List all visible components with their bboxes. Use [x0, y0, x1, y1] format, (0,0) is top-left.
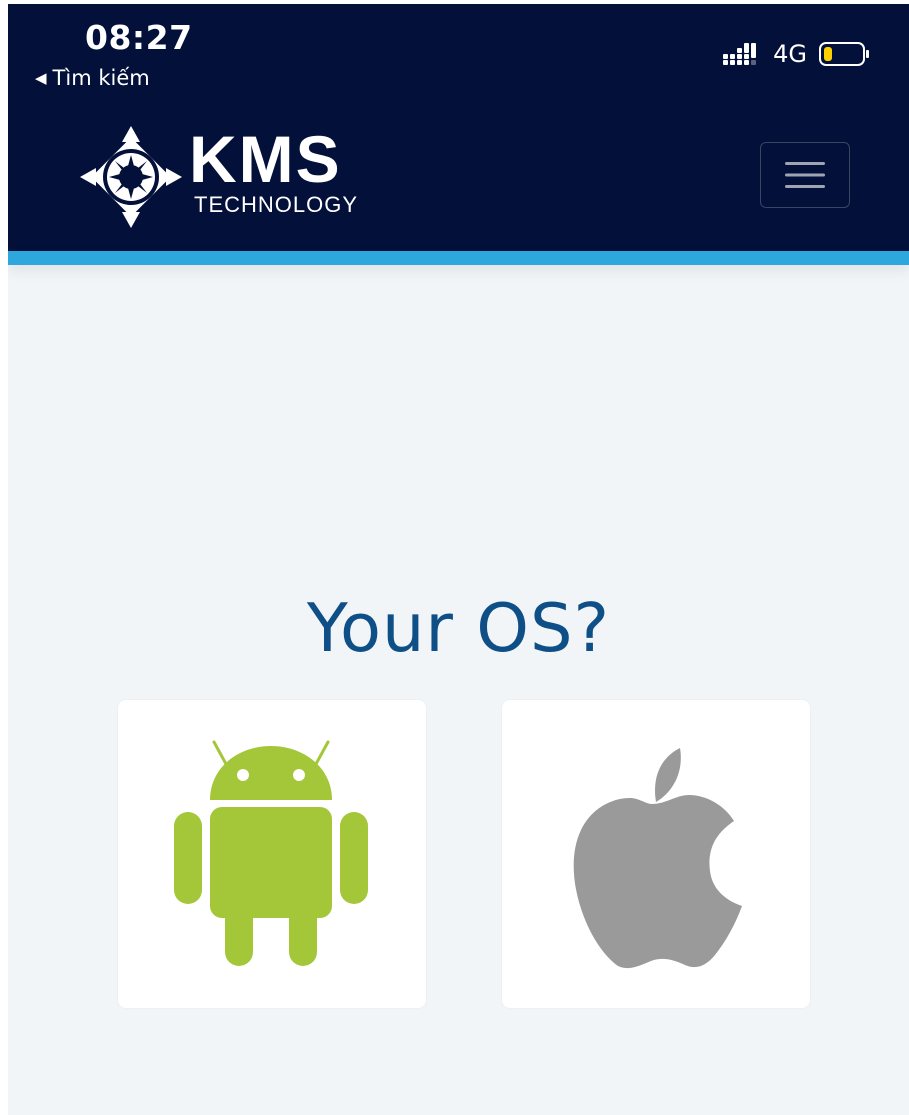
hamburger-menu-icon: [785, 162, 825, 188]
battery-icon: [819, 42, 869, 66]
menu-button[interactable]: [760, 142, 850, 208]
network-type: 4G: [773, 40, 807, 68]
apple-icon: [573, 748, 742, 969]
header-accent-stripe: [8, 251, 909, 265]
phone-screen: 08:27 ◀ Tìm kiếm 4G KMS TECHNOLOGY Your …: [8, 4, 909, 1115]
kms-logo[interactable]: KMS TECHNOLOGY: [76, 122, 406, 232]
back-arrow-icon: ◀: [35, 68, 47, 87]
status-time: 08:27: [85, 18, 193, 57]
back-label: Tìm kiếm: [52, 66, 150, 90]
page-title: Your OS?: [306, 588, 611, 667]
back-to-search-link[interactable]: ◀ Tìm kiếm: [35, 66, 150, 90]
android-option-card[interactable]: [118, 700, 426, 1008]
android-icon: [174, 740, 368, 966]
site-header: 08:27 ◀ Tìm kiếm 4G KMS TECHNOLOGY: [8, 4, 909, 251]
logo-wordmark: KMS: [189, 122, 342, 196]
signal-icon: [723, 43, 757, 65]
status-indicators: 4G: [723, 42, 871, 66]
logo-tagline: TECHNOLOGY: [194, 192, 359, 217]
logo-emblem-icon: [80, 126, 182, 228]
apple-option-card[interactable]: [502, 700, 810, 1008]
